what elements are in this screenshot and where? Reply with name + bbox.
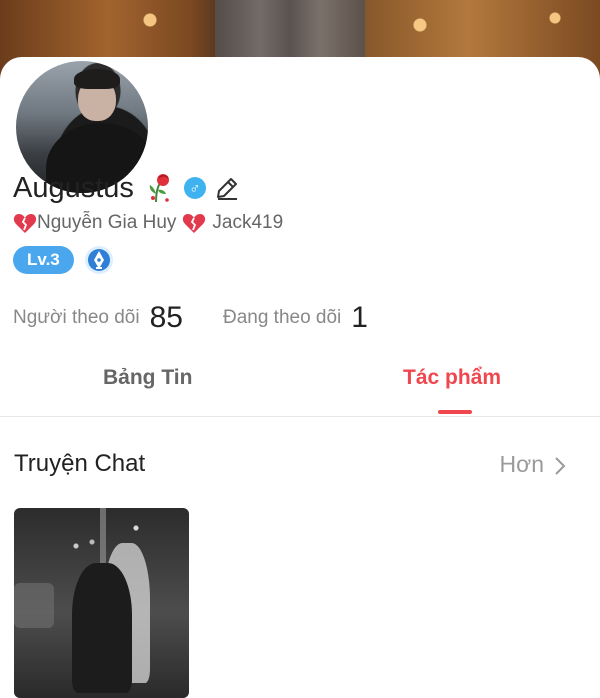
- chevron-right-icon: [554, 455, 566, 475]
- name-row: Augustus ♂: [13, 170, 240, 206]
- section-title: Truyện Chat: [14, 450, 146, 477]
- tab-works[interactable]: Tác phẩm: [403, 366, 501, 390]
- following-count[interactable]: 1: [351, 301, 368, 335]
- more-link[interactable]: Hơn: [500, 451, 566, 478]
- edit-pencil-icon[interactable]: [214, 175, 240, 201]
- follow-stats: Người theo dõi 85 Đang theo dõi 1: [13, 298, 368, 338]
- more-label: Hơn: [499, 451, 544, 477]
- profile-subtitle-row: Nguyễn Gia Huy Jack419: [13, 210, 283, 236]
- profile-tabs: Bảng Tin Tác phẩm: [0, 360, 600, 417]
- profile-name: Augustus: [13, 171, 134, 204]
- active-tab-indicator: [438, 410, 472, 414]
- following-label[interactable]: Đang theo dõi: [223, 307, 341, 329]
- tab-feed[interactable]: Bảng Tin: [103, 366, 192, 390]
- thumbnail-car: [14, 583, 54, 628]
- story-thumbnail[interactable]: [14, 508, 189, 698]
- level-badge[interactable]: Lv.3: [13, 246, 74, 274]
- thumbnail-figure: [72, 563, 132, 693]
- avatar-hair: [74, 69, 120, 89]
- badge-row: Lv.3: [13, 245, 114, 275]
- writer-pen-badge-icon[interactable]: [84, 245, 114, 275]
- cover-figure: [215, 0, 365, 60]
- subtitle-real-name: Nguyễn Gia Huy: [37, 212, 177, 233]
- wilted-rose-icon: [144, 172, 174, 204]
- followers-label[interactable]: Người theo dõi: [13, 307, 140, 329]
- chat-stories-section-header: Truyện Chat Hơn: [14, 450, 586, 480]
- gender-male-badge: ♂: [183, 177, 206, 199]
- subtitle-username: Jack419: [212, 212, 284, 233]
- broken-heart-icon: [182, 212, 206, 234]
- broken-heart-icon: [13, 212, 37, 234]
- followers-count[interactable]: 85: [150, 301, 183, 335]
